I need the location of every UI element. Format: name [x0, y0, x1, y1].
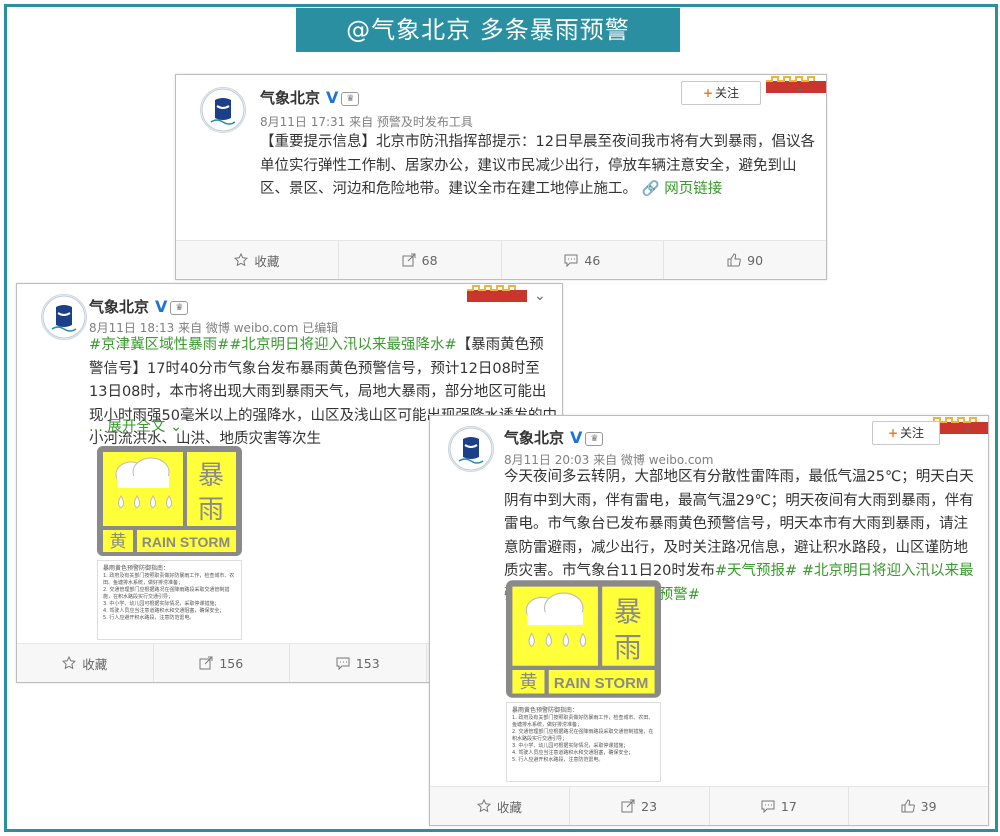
comment-count: 46 — [584, 252, 601, 268]
guide-line: 3. 中小学、幼儿园可根据实际情况，采取停课措施； — [103, 601, 220, 607]
guide-title: 暴雨黄色预警防御指南： — [512, 707, 579, 714]
username-text[interactable]: 气象北京 — [89, 298, 149, 316]
username[interactable]: 气象北京 V ♛ — [504, 427, 604, 448]
expand-full-label[interactable]: ... 展开全文 — [89, 419, 165, 435]
favorite-label: 收藏 — [254, 253, 280, 269]
favorite-label: 收藏 — [496, 799, 522, 815]
comment-icon — [564, 254, 578, 267]
alert-english: RAIN STORM — [142, 534, 230, 550]
thumbs-up-icon — [727, 253, 742, 267]
expand-full[interactable]: ... 展开全文 ⌄ — [89, 416, 182, 440]
alert-char-bao: 暴 — [198, 461, 224, 491]
comment-button[interactable]: 153 — [290, 644, 427, 682]
guide-line: 4. 驾驶人员应当注意道路积水和交通阻塞，确保安全； — [103, 608, 225, 614]
guide-title: 暴雨黄色预警防御指南： — [103, 565, 170, 572]
username[interactable]: 气象北京 V ♛ — [89, 296, 189, 317]
like-count: 39 — [920, 798, 937, 814]
guide-line: 3. 中小学、幼儿园可根据实际情况，采取停课措施； — [512, 743, 629, 749]
like-button[interactable]: 90 — [664, 241, 826, 279]
web-link[interactable]: 🔗 网页链接 — [637, 181, 723, 197]
chevron-down-icon[interactable]: ⌄ — [962, 419, 974, 435]
chevron-down-icon[interactable]: ⌄ — [534, 288, 546, 304]
comment-count: 153 — [355, 655, 380, 671]
banner-title: @气象北京 多条暴雨预警 — [296, 8, 680, 52]
avatar[interactable] — [200, 87, 246, 133]
repost-icon — [402, 253, 416, 267]
guide-line: 2. 交通管理部门应根据路况在强降雨路段采取交通管制措施，在积水路段实行交通引导… — [103, 587, 230, 600]
comment-count: 17 — [780, 798, 797, 814]
username-text[interactable]: 气象北京 — [504, 429, 564, 447]
decoration-great-wall — [457, 284, 527, 302]
alert-char-bao: 暴 — [614, 595, 642, 628]
favorite-button[interactable]: 收藏 — [430, 787, 570, 825]
post-body: 【重要提示信息】北京市防汛指挥部提示：12日早晨至夜间我市将有大到暴雨，倡议各单… — [260, 134, 815, 197]
guide-line: 2. 交通管理部门应根据路况在强降雨路段采取交通管制措施，在积水路段实行交通引导… — [512, 729, 654, 742]
thumbs-up-icon — [901, 799, 915, 813]
repost-button[interactable]: 156 — [154, 644, 290, 682]
favorite-label: 收藏 — [82, 656, 108, 672]
alert-char-yu: 雨 — [198, 495, 224, 525]
alert-char-yu: 雨 — [614, 631, 642, 664]
favorite-button[interactable]: 收藏 — [176, 241, 339, 279]
verified-v-icon: V — [155, 297, 168, 316]
comment-button[interactable]: 46 — [502, 241, 665, 279]
favorite-button[interactable]: 收藏 — [17, 644, 154, 682]
username[interactable]: 气象北京 V ♛ — [260, 87, 360, 108]
defense-guide-image: 暴雨黄色预警防御指南： 1. 政府及有关部门按照职责做好防暴雨工作，检查城市、农… — [506, 702, 661, 782]
repost-count: 68 — [421, 252, 438, 268]
follow-button[interactable]: + 关注 — [681, 81, 761, 105]
follow-label: 关注 — [715, 86, 740, 100]
plus-icon: + — [887, 426, 899, 440]
star-icon — [234, 253, 249, 267]
crown-icon: ♛ — [341, 91, 360, 106]
action-bar: 收藏 68 46 90 — [176, 240, 826, 279]
verified-v-icon: V — [570, 428, 583, 447]
topic-tag[interactable]: #天气预报# — [715, 563, 797, 579]
repost-button[interactable]: 23 — [570, 787, 710, 825]
decoration-great-wall — [756, 75, 826, 93]
defense-guide-image: 暴雨黄色预警防御指南： 1. 政府及有关部门按照职责做好防暴雨工作，检查城市、农… — [97, 560, 242, 640]
repost-icon — [621, 799, 635, 813]
rainstorm-yellow-alert-icon: 暴 雨 黄 RAIN STORM — [97, 446, 242, 556]
like-button[interactable]: 39 — [849, 787, 988, 825]
repost-count: 156 — [219, 655, 244, 671]
alert-english: RAIN STORM — [554, 675, 648, 692]
post-meta: 8月11日 17:31 来自 预警及时发布工具 — [260, 115, 473, 129]
guide-line: 5. 行人应避开积水路段，注意防范雷电。 — [512, 757, 604, 763]
plus-icon: + — [702, 86, 714, 100]
avatar[interactable] — [448, 426, 494, 472]
topic-tag[interactable]: #北京明日将迎入汛以来最强降水# — [229, 337, 456, 353]
crown-icon: ♛ — [170, 300, 189, 315]
star-icon — [62, 656, 77, 670]
chevron-down-icon: ⌄ — [165, 419, 183, 435]
repost-button[interactable]: 68 — [339, 241, 502, 279]
follow-label: 关注 — [900, 426, 925, 440]
guide-line: 1. 政府及有关部门按照职责做好防暴雨工作，检查城市、农田、鱼塘排水系统，做好排… — [103, 573, 235, 586]
comment-icon — [761, 800, 775, 813]
verified-v-icon: V — [326, 88, 339, 107]
follow-button[interactable]: + 关注 — [872, 421, 940, 445]
post-text: 【重要提示信息】北京市防汛指挥部提示：12日早晨至夜间我市将有大到暴雨，倡议各单… — [260, 131, 820, 202]
alert-color-char: 黄 — [110, 532, 127, 552]
guide-line: 4. 驾驶人员应当注意道路积水和交通阻塞，确保安全； — [512, 750, 634, 756]
chevron-down-icon[interactable]: ⌄ — [794, 80, 806, 96]
topic-tag[interactable]: #京津冀区域性暴雨# — [89, 337, 229, 353]
action-bar: 收藏 23 17 39 — [430, 786, 988, 825]
guide-line: 1. 政府及有关部门按照职责做好防暴雨工作，检查城市、农田、鱼塘排水系统，做好排… — [512, 715, 654, 728]
like-count: 90 — [747, 252, 764, 268]
alert-color-char: 黄 — [519, 672, 537, 693]
repost-icon — [199, 656, 213, 670]
crown-icon: ♛ — [585, 431, 604, 446]
star-icon — [476, 799, 491, 813]
guide-line: 5. 行人应避开积水路段，注意防范雷电。 — [103, 615, 195, 621]
repost-count: 23 — [641, 798, 658, 814]
web-link-label[interactable]: 网页链接 — [664, 181, 722, 197]
avatar[interactable] — [41, 294, 87, 340]
comment-button[interactable]: 17 — [710, 787, 850, 825]
weibo-post-3: 气象北京 V ♛ + 关注 ⌄ 8月11日 20:03 来自 微博 weibo.com… — [429, 415, 989, 826]
username-text[interactable]: 气象北京 — [260, 89, 320, 107]
rainstorm-yellow-alert-icon: 暴 雨 黄 RAIN STORM — [506, 579, 661, 699]
comment-icon — [336, 657, 350, 670]
weibo-post-1: 气象北京 V ♛ + 关注 ⌄ 8月11日 17:31 来自 预警及时发布工具 【重要… — [175, 74, 827, 280]
